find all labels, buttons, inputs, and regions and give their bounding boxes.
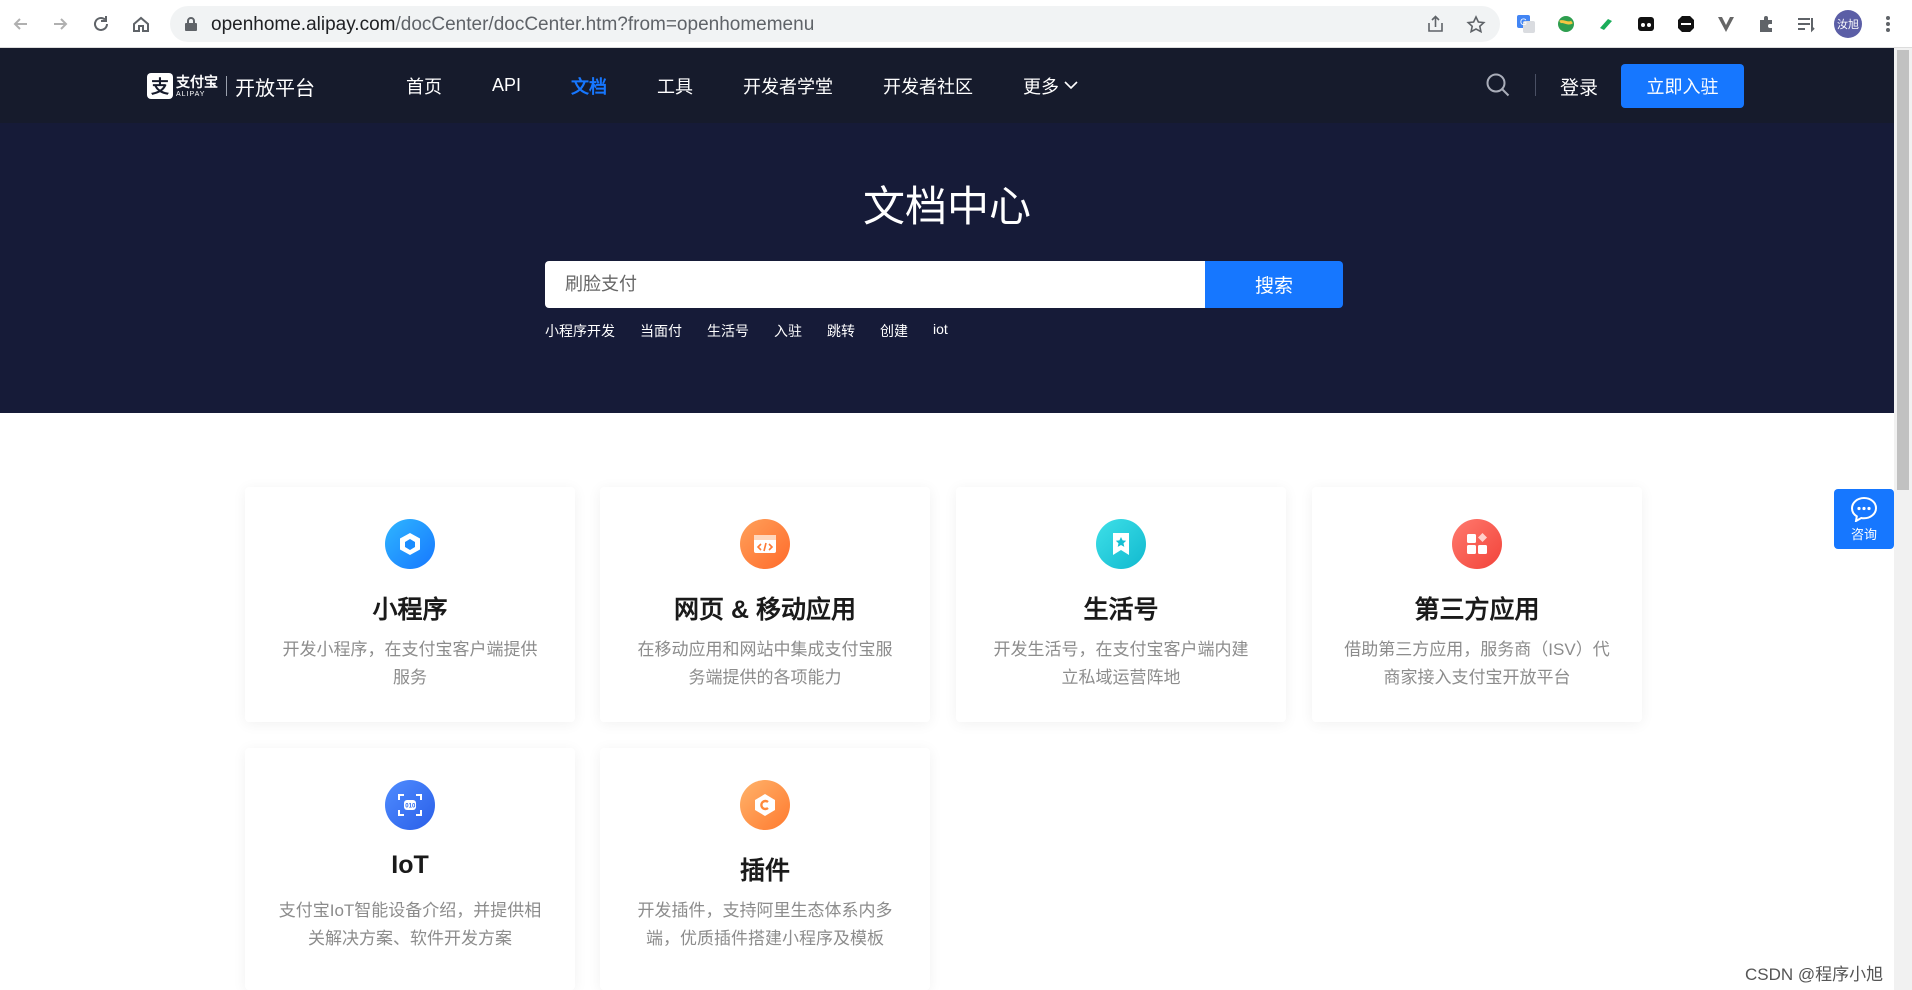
chevron-down-icon (1064, 81, 1078, 90)
hero-banner: 文档中心 搜索 小程序开发 当面付 生活号 入驻 跳转 创建 iot (0, 123, 1894, 413)
reload-icon[interactable] (89, 12, 113, 36)
lock-icon[interactable] (184, 16, 198, 37)
logo-en-text: ALIPAY (176, 90, 206, 98)
hot-tag[interactable]: 小程序开发 (545, 321, 615, 341)
card-title: 插件 (739, 857, 790, 885)
nav-more[interactable]: 更多 (1023, 73, 1078, 99)
logo-subtitle: 开放平台 (235, 77, 315, 100)
forward-icon[interactable] (48, 12, 72, 36)
card-desc: 开发小程序，在支付宝客户端提供服务 (282, 640, 538, 687)
card-desc: 借助第三方应用，服务商（ISV）代商家接入支付宝开放平台 (1344, 640, 1610, 687)
login-link[interactable]: 登录 (1560, 73, 1598, 100)
back-icon[interactable] (9, 12, 33, 36)
card-desc: 开发生活号，在支付宝客户端内建立私域运营阵地 (993, 640, 1249, 687)
green-extension-icon[interactable] (1594, 12, 1618, 36)
bookmark-star-icon[interactable] (1466, 15, 1486, 40)
card-desc: 在移动应用和网站中集成支付宝服务端提供的各项能力 (637, 640, 893, 687)
hot-tag[interactable]: iot (933, 321, 948, 341)
search-button[interactable]: 搜索 (1205, 261, 1343, 308)
browser-toolbar: openhome.alipay.com/docCenter/docCenter.… (0, 0, 1912, 48)
watermark-text: CSDN @程序小旭 (1745, 965, 1884, 984)
app-grid-icon (1452, 519, 1502, 569)
alipay-logo[interactable]: 支 支付宝 ALIPAY 开放平台 (147, 71, 315, 101)
address-bar[interactable]: openhome.alipay.com/docCenter/docCenter.… (170, 6, 1500, 42)
doc-search-box: 搜索 (545, 261, 1343, 308)
puzzle-icon[interactable] (1754, 12, 1778, 36)
hot-tag[interactable]: 创建 (880, 321, 908, 341)
nav-more-label: 更多 (1023, 76, 1060, 97)
bookmark-star-icon (1096, 519, 1146, 569)
nav-community[interactable]: 开发者社区 (883, 73, 973, 99)
v-extension-icon[interactable] (1714, 12, 1738, 36)
globe-extension-icon[interactable] (1554, 12, 1578, 36)
hot-tag[interactable]: 入驻 (774, 321, 802, 341)
hot-tag[interactable]: 跳转 (827, 321, 855, 341)
nav-docs[interactable]: 文档 (571, 73, 607, 99)
card-title: 生活号 (1083, 596, 1159, 624)
main-nav: 首页 API 文档 工具 开发者学堂 开发者社区 更多 (406, 48, 1128, 123)
iot-scan-icon: 010 (385, 780, 435, 830)
card-desc: 支付宝IoT智能设备介绍，并提供相关解决方案、软件开发方案 (278, 901, 542, 948)
scrollbar-thumb[interactable] (1897, 50, 1909, 490)
nav-home[interactable]: 首页 (406, 73, 442, 99)
card-mini-program[interactable]: 小程序 开发小程序，在支付宝客户端提供服务 (245, 487, 575, 722)
site-header: 支 支付宝 ALIPAY 开放平台 首页 API 文档 工具 开发者学堂 开发者… (0, 48, 1894, 123)
profile-avatar[interactable]: 汝旭 (1834, 10, 1862, 38)
nav-api[interactable]: API (492, 75, 521, 96)
chat-bubble-icon (1850, 496, 1878, 522)
svg-text:010: 010 (405, 804, 416, 810)
card-desc: 开发插件，支持阿里生态体系内多端，优质插件搭建小程序及模板 (637, 901, 893, 948)
card-plugin[interactable]: 插件 开发插件，支持阿里生态体系内多端，优质插件搭建小程序及模板 (600, 748, 930, 990)
url-text: openhome.alipay.com/docCenter/docCenter.… (211, 14, 815, 35)
translate-extension-icon[interactable]: G (1514, 12, 1538, 36)
logo-cn-text: 支付宝 (176, 73, 218, 90)
card-web-mobile[interactable]: 网页 & 移动应用 在移动应用和网站中集成支付宝服务端提供的各项能力 (600, 487, 930, 722)
card-title: 网页 & 移动应用 (674, 596, 856, 624)
svg-text:G: G (1520, 17, 1527, 27)
hot-tag[interactable]: 生活号 (707, 321, 749, 341)
card-iot[interactable]: 010 IoT 支付宝IoT智能设备介绍，并提供相关解决方案、软件开发方案 (245, 748, 575, 990)
menu-dots-icon[interactable] (1876, 12, 1900, 36)
card-third-party[interactable]: 第三方应用 借助第三方应用，服务商（ISV）代商家接入支付宝开放平台 (1312, 487, 1642, 722)
hot-tags: 小程序开发 当面付 生活号 入驻 跳转 创建 iot (545, 321, 973, 341)
card-title: IoT (391, 851, 429, 879)
logo-divider (226, 76, 227, 96)
signup-button[interactable]: 立即入驻 (1621, 64, 1744, 108)
code-window-icon (740, 519, 790, 569)
consult-label: 咨询 (1850, 526, 1877, 542)
gamepad-extension-icon[interactable] (1634, 12, 1658, 36)
home-icon[interactable] (129, 12, 153, 36)
hot-tag[interactable]: 当面付 (640, 321, 682, 341)
card-title: 小程序 (372, 596, 448, 624)
consult-button[interactable]: 咨询 (1834, 489, 1894, 549)
plugin-icon (740, 780, 790, 830)
share-icon[interactable] (1426, 15, 1446, 38)
page-scrollbar[interactable] (1894, 48, 1912, 990)
header-divider (1535, 74, 1536, 96)
shield-extension-icon[interactable] (1674, 12, 1698, 36)
card-title: 第三方应用 (1414, 596, 1540, 624)
search-input[interactable] (545, 261, 1205, 308)
mini-program-icon (385, 519, 435, 569)
reading-list-icon[interactable] (1794, 12, 1818, 36)
nav-tools[interactable]: 工具 (657, 73, 693, 99)
nav-academy[interactable]: 开发者学堂 (743, 73, 833, 99)
alipay-mark-icon: 支 (147, 73, 173, 99)
card-life-account[interactable]: 生活号 开发生活号，在支付宝客户端内建立私域运营阵地 (956, 487, 1286, 722)
search-icon[interactable] (1485, 72, 1511, 103)
page-title: 文档中心 (862, 183, 1031, 230)
